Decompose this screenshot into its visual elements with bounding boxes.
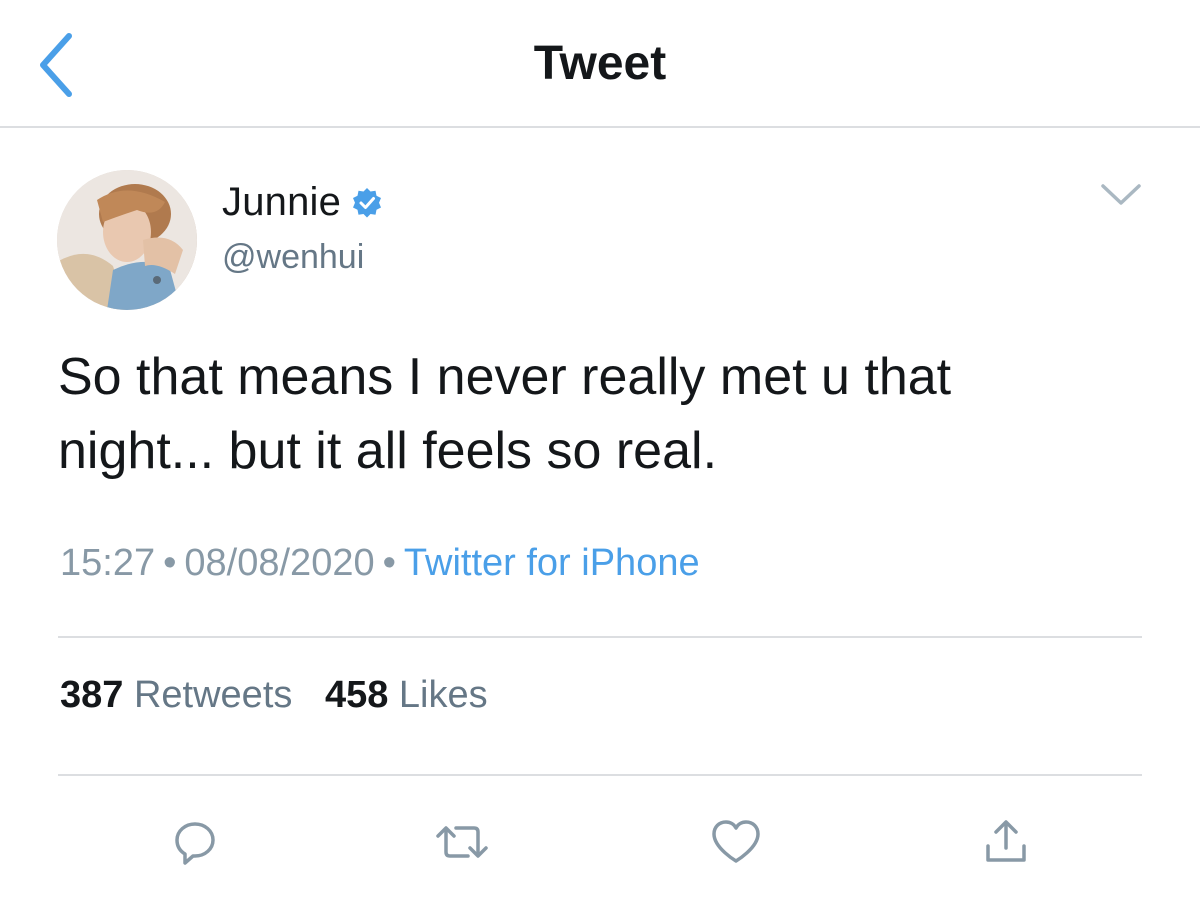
retweet-button[interactable] (432, 812, 492, 872)
retweets-count: 387 (60, 674, 124, 716)
retweets-stat[interactable]: 387 Retweets (60, 674, 292, 717)
likes-stat[interactable]: 458 Likes (325, 674, 488, 717)
divider (58, 636, 1142, 638)
tweet-source-link[interactable]: Twitter for iPhone (404, 542, 700, 584)
separator-dot: • (163, 542, 177, 584)
page-title: Tweet (533, 37, 667, 90)
tweet-options-button[interactable] (1096, 172, 1146, 218)
retweet-icon (436, 826, 488, 858)
tweet-text-line: So that means I never really met u that (58, 348, 952, 406)
heart-icon (712, 820, 760, 863)
like-button[interactable] (706, 812, 766, 872)
tweet-date: 08/08/2020 (184, 542, 375, 584)
avatar[interactable] (57, 170, 197, 310)
display-name[interactable]: Junnie (222, 180, 341, 225)
verified-badge-icon (353, 187, 382, 217)
share-icon (986, 820, 1026, 862)
chevron-down-icon (1101, 184, 1141, 205)
tweet-text: So that means I never really met u that … (58, 340, 1148, 488)
divider (58, 774, 1142, 776)
avatar-image (57, 170, 197, 310)
author-name-row: Junnie (222, 180, 383, 225)
retweets-label: Retweets (133, 674, 293, 716)
reply-button[interactable] (165, 812, 225, 872)
share-button[interactable] (976, 812, 1036, 872)
reply-icon (175, 822, 215, 865)
tweet-text-line: night... but it all feels so real. (58, 422, 718, 480)
username-handle[interactable]: @wenhui (222, 238, 364, 277)
tweet-metadata: 15:27 • 08/08/2020 • Twitter for iPhone (60, 542, 700, 585)
likes-label: Likes (398, 674, 488, 716)
engagement-stats: 387 Retweets 458 Likes (60, 674, 510, 717)
tweet-detail-screen: Tweet Junnie @wenhui So that means I nev… (0, 0, 1200, 900)
navigation-header: Tweet (0, 0, 1200, 128)
separator-dot: • (382, 542, 396, 584)
likes-count: 458 (324, 674, 389, 716)
tweet-time: 15:27 (60, 542, 156, 584)
